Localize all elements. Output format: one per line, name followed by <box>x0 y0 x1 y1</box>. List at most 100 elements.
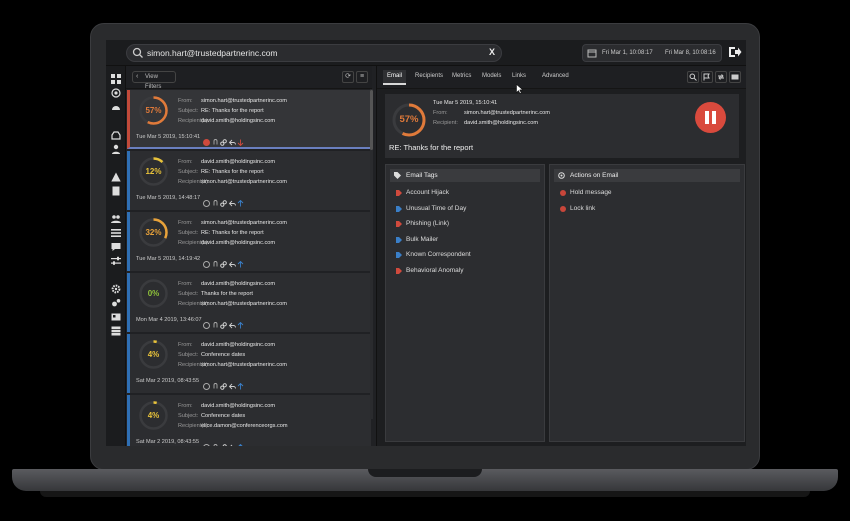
from-value[interactable]: simon.hart@trustedpartnerinc.com <box>464 110 550 116</box>
arrow-down-icon[interactable] <box>237 133 244 147</box>
link-icon[interactable] <box>220 377 227 390</box>
flag-button[interactable] <box>701 71 713 83</box>
recipients-value: simon.hart@trustedpartnerinc.com <box>201 179 287 185</box>
recipient-value[interactable]: david.smith@holdingsinc.com <box>464 120 538 126</box>
email-tag-item[interactable]: Phishing (Link) <box>396 220 449 227</box>
email-tag-item[interactable]: Unusual Time of Day <box>396 205 466 212</box>
dashboard-icon[interactable] <box>111 74 121 84</box>
tab-advanced[interactable]: Advanced <box>542 73 569 79</box>
action-icon <box>560 205 566 212</box>
target-icon[interactable] <box>203 194 210 207</box>
tab-email[interactable]: Email <box>383 70 407 85</box>
sliders-icon[interactable] <box>111 256 121 266</box>
attachment-icon[interactable] <box>212 377 219 389</box>
link-icon[interactable] <box>220 255 227 268</box>
arrow-up-icon[interactable] <box>237 316 244 329</box>
actions-header: Actions on Email <box>554 169 740 182</box>
arrow-up-icon[interactable] <box>237 377 244 390</box>
date-from[interactable]: Fri Mar 1, 10:08:17 <box>602 50 653 56</box>
search-bar[interactable]: X <box>126 44 502 62</box>
search-input[interactable] <box>147 45 477 61</box>
reply-icon[interactable] <box>228 133 236 146</box>
reply-icon[interactable] <box>228 194 236 207</box>
from-label: From: <box>178 403 193 409</box>
email-date: Tue Mar 5 2019, 15:10:41 <box>136 134 201 140</box>
email-list-item[interactable]: 12% From: david.smith@holdingsinc.com Subje… <box>127 151 371 210</box>
id-card-icon[interactable] <box>111 312 121 322</box>
list-scrollbar-thumb[interactable] <box>370 90 373 150</box>
link-icon[interactable] <box>220 194 227 207</box>
email-action-item[interactable]: Hold message <box>560 189 612 196</box>
email-list-item[interactable]: 32% From: simon.hart@trustedpartnerinc.com… <box>127 212 371 271</box>
target-icon[interactable] <box>203 316 210 329</box>
inbox-icon[interactable] <box>111 130 121 140</box>
warning-icon[interactable] <box>111 172 121 182</box>
subject-label: Subject: <box>178 108 199 114</box>
from-label: From: <box>178 159 193 165</box>
email-date: Sat Mar 2 2019, 08:43:55 <box>136 378 200 384</box>
link-icon[interactable] <box>220 133 227 146</box>
attachment-icon[interactable] <box>212 255 219 267</box>
arrow-up-icon[interactable] <box>237 438 244 446</box>
arrow-up-icon[interactable] <box>237 255 244 268</box>
date-to[interactable]: Fri Mar 8, 10:08:16 <box>665 50 716 56</box>
recipient-label: Recipient: <box>433 120 458 126</box>
gears-icon[interactable] <box>111 298 121 308</box>
reply-icon[interactable] <box>228 377 236 390</box>
chat-icon[interactable] <box>111 242 121 252</box>
actions-box: Actions on Email Hold message Lock link <box>549 164 745 442</box>
users-icon[interactable] <box>111 214 121 224</box>
email-tag-item[interactable]: Account Hijack <box>396 189 449 196</box>
search-icon <box>689 73 697 81</box>
gauge-icon[interactable] <box>111 102 121 112</box>
pause-button[interactable] <box>695 102 726 133</box>
reply-icon[interactable] <box>228 316 236 329</box>
tab-recipients[interactable]: Recipients <box>415 73 443 79</box>
mouse-cursor-icon <box>516 84 524 94</box>
reply-icon[interactable] <box>229 438 236 446</box>
tab-metrics[interactable]: Metrics <box>452 73 471 79</box>
link-icon[interactable] <box>220 438 227 446</box>
mail-button[interactable] <box>729 71 741 83</box>
attachment-icon[interactable] <box>212 316 219 328</box>
user-icon[interactable] <box>111 144 121 154</box>
clear-search-button[interactable]: X <box>489 47 495 57</box>
view-filters-button[interactable]: ‹ View Filters <box>132 71 176 90</box>
list-icon[interactable] <box>111 228 121 238</box>
list-toolbar: ‹ View Filters ⟳ ≡ <box>126 66 372 90</box>
email-tag-item[interactable]: Behavioral Anomaly <box>396 267 463 274</box>
target-icon[interactable] <box>203 377 210 390</box>
attachment-icon[interactable] <box>212 133 219 145</box>
attachment-icon[interactable] <box>212 194 219 206</box>
attachment-icon[interactable] <box>212 438 219 446</box>
arrow-up-icon[interactable] <box>237 194 244 207</box>
target-icon[interactable] <box>203 438 210 446</box>
tab-links[interactable]: Links <box>512 73 526 79</box>
server-icon[interactable] <box>111 326 121 336</box>
document-icon[interactable] <box>111 186 121 196</box>
email-list-item[interactable]: 57% From: simon.hart@trustedpartnerinc.com… <box>127 90 371 149</box>
list-menu-button[interactable]: ≡ <box>356 71 368 83</box>
logout-icon[interactable] <box>728 45 742 59</box>
target-icon[interactable] <box>111 88 121 98</box>
refresh-button[interactable]: ⟳ <box>342 71 354 83</box>
email-list-item[interactable]: 4% From: david.smith@holdingsinc.com Subjec… <box>127 334 371 393</box>
link-icon[interactable] <box>220 316 227 329</box>
tab-models[interactable]: Models <box>482 73 501 79</box>
alert-icon[interactable] <box>203 133 210 146</box>
date-range-picker[interactable]: Fri Mar 1, 10:08:17 Fri Mar 8, 10:08:16 <box>582 44 722 62</box>
email-action-item[interactable]: Lock link <box>560 205 595 212</box>
flag-icon <box>703 73 710 81</box>
gear-icon[interactable] <box>111 284 121 294</box>
email-tag-item[interactable]: Bulk Mailer <box>396 236 438 243</box>
summary-fields: Tue Mar 5 2019, 15:10:41 From: simon.hart… <box>433 98 550 128</box>
email-tag-item[interactable]: Known Correspondent <box>396 251 471 258</box>
email-tag-label: Account Hijack <box>406 189 449 196</box>
target-icon[interactable] <box>203 255 210 268</box>
search-email-button[interactable] <box>687 71 699 83</box>
email-action-icons <box>203 194 246 207</box>
email-list-item[interactable]: 0% From: david.smith@holdingsinc.com Subjec… <box>127 273 371 332</box>
reply-icon[interactable] <box>228 255 236 268</box>
forward-button[interactable] <box>715 71 727 83</box>
email-list-item[interactable]: 4% From: david.smith@holdingsinc.com Subjec… <box>127 395 371 446</box>
